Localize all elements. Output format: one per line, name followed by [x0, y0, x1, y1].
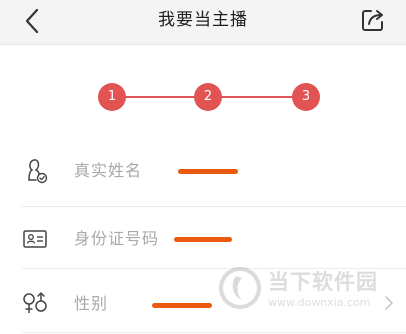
- watermark-title: 当下软件园: [268, 270, 378, 294]
- id-card-icon: [20, 223, 50, 253]
- step-indicator: 1 2 3: [0, 44, 406, 146]
- step-3-dot: 3: [292, 83, 320, 111]
- watermark-logo-icon: [218, 266, 262, 310]
- share-button[interactable]: [358, 5, 388, 35]
- id-number-label: 身份证号码: [74, 229, 160, 248]
- page-title: 我要当主播: [158, 10, 248, 30]
- gender-redaction-mark: [152, 303, 212, 308]
- step-2-dot: 2: [194, 83, 222, 111]
- divider: [22, 206, 406, 207]
- header-bar: 我要当主播: [0, 0, 406, 45]
- step-1-dot: 1: [98, 83, 126, 111]
- share-icon: [362, 10, 383, 31]
- gender-icon: [20, 288, 50, 318]
- user-verified-icon: [20, 155, 50, 185]
- watermark-url: www.downxia.com: [268, 296, 371, 309]
- real-name-label: 真实姓名: [74, 161, 143, 180]
- id-number-field[interactable]: 身份证号码: [0, 208, 406, 268]
- watermark: 当下软件园 www.downxia.com: [218, 264, 398, 316]
- divider: [22, 332, 406, 333]
- gender-label: 性别: [74, 294, 109, 313]
- id-number-redaction-mark: [174, 237, 232, 242]
- page: 我要当主播 1 2 3 真实姓名 身份证号码 性别 当下软件园 www.down…: [0, 0, 406, 334]
- real-name-field[interactable]: 真实姓名: [0, 140, 406, 200]
- real-name-redaction-mark: [178, 169, 238, 174]
